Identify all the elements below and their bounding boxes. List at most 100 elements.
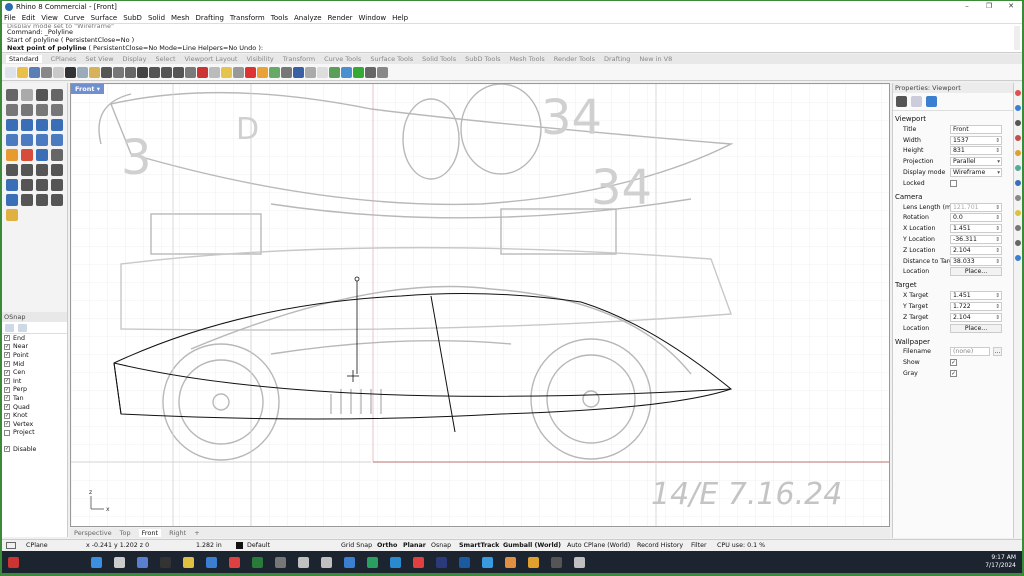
osnap-disable-row[interactable]: ✓ Disable [2,445,67,454]
help-icon[interactable] [341,66,352,78]
circle-icon[interactable] [6,104,18,116]
analyze-icon[interactable] [6,194,18,206]
viewport-layout-icon[interactable] [185,66,196,78]
planar-toggle[interactable]: Planar [403,542,431,549]
select-arrow-icon[interactable] [6,89,18,101]
z-location-field[interactable]: 2.104 [950,245,1002,255]
tab-transform[interactable]: Transform [283,55,315,63]
rhino-7-icon[interactable] [321,556,332,568]
gray-checkbox[interactable]: ✓ [950,370,957,378]
sphere-render-icon[interactable] [293,66,304,78]
zoom-selected-icon[interactable] [173,66,184,78]
tab-render-tools[interactable]: Render Tools [554,55,595,63]
spreadsheet-icon[interactable] [252,556,263,568]
cplane-label[interactable]: CPlane [26,542,86,549]
teams-icon[interactable] [137,556,148,568]
check-icon[interactable] [36,194,48,206]
z-target-field[interactable]: 2.104 [950,312,1002,322]
display-mode-select[interactable]: Wireframe [950,168,1002,178]
tab-select[interactable]: Select [155,55,175,63]
hatch-icon[interactable] [36,179,48,191]
app-icon-navy[interactable] [436,556,447,568]
osnap-item[interactable]: ✓ Cen [2,368,67,377]
cut-icon[interactable] [65,66,76,78]
tab-new-in-v8[interactable]: New in V8 [639,55,672,63]
fillet-icon[interactable] [36,149,48,161]
auto-cplane-toggle[interactable]: Auto CPlane (World) [565,542,637,549]
osnap-item[interactable]: ✓ Perp [2,386,67,395]
title-field[interactable]: Front [950,124,1002,134]
chrome-icon[interactable] [229,556,240,568]
file-explorer-icon[interactable] [183,556,194,568]
osnap-checkbox[interactable]: ✓ [4,404,10,411]
lens-length-field[interactable]: 121.701 [950,202,1002,212]
rhino-6-icon[interactable] [298,556,309,568]
osnap-item[interactable]: ✓ Knot [2,411,67,420]
task-view-icon[interactable] [160,556,171,568]
minimize-button[interactable]: – [956,1,978,12]
system-tray[interactable]: 9:17 AM 7/17/2024 [985,554,1016,570]
menu-help[interactable]: Help [392,14,408,22]
smarttrack-toggle[interactable]: SmartTrack [459,542,503,549]
app-icon-blue[interactable] [344,556,355,568]
loft-icon[interactable] [36,119,48,131]
osnap-checkbox[interactable] [4,429,10,436]
osnap-checkbox[interactable]: ✓ [4,395,10,402]
ellipse-icon[interactable] [21,104,33,116]
steam-icon[interactable] [459,556,470,568]
boolean-icon[interactable] [51,134,63,146]
tab-display[interactable]: Display [123,55,147,63]
osnap-item[interactable]: ✓ Mid [2,360,67,369]
zoom-icon[interactable] [137,66,148,78]
materials-icon[interactable] [1015,150,1021,156]
osnap-checkbox[interactable]: ✓ [4,412,10,419]
help-panel-icon[interactable] [1015,225,1021,231]
options-icon[interactable] [329,66,340,78]
search-icon[interactable] [114,556,125,568]
rhino-8-icon[interactable] [574,556,585,568]
osnap-checkbox[interactable]: ✓ [4,378,10,385]
menu-curve[interactable]: Curve [64,14,85,22]
paste-icon[interactable] [89,66,100,78]
tab-right[interactable]: Right [169,529,186,537]
tab-visibility[interactable]: Visibility [246,55,273,63]
snap-tab-icon[interactable] [18,323,27,332]
osnap-item[interactable]: ✓ End [2,334,67,343]
object-properties-icon[interactable] [926,96,937,107]
gumball-toggle[interactable]: Gumball (World) [503,542,565,549]
new-file-icon[interactable] [5,66,16,78]
osnap-checkbox[interactable]: ✓ [4,369,10,376]
menu-surface[interactable]: Surface [91,14,118,22]
properties-icon[interactable] [269,66,280,78]
edge-icon[interactable] [206,556,217,568]
save-icon[interactable] [29,66,40,78]
layer-icon[interactable] [245,66,256,78]
osnap-item[interactable]: ✓ Point [2,351,67,360]
tab-viewport-layout[interactable]: Viewport Layout [185,55,238,63]
cplane-icon[interactable] [197,66,208,78]
tab-front[interactable]: Front [138,529,162,537]
library-icon[interactable] [1015,240,1021,246]
filter-toggle[interactable]: Filter [691,542,717,549]
notification-icon[interactable] [8,556,19,568]
rotate-view-icon[interactable] [125,66,136,78]
menu-subd[interactable]: SubD [123,14,142,22]
join-icon[interactable] [21,164,33,176]
front-viewport[interactable]: Front ▾ 3 D 34 34 14/E 7.16.24 z x [70,83,890,527]
tool-icon[interactable] [1015,135,1021,141]
dimension-icon[interactable] [6,179,18,191]
app-icon-green[interactable] [367,556,378,568]
app-icon-arduino[interactable] [390,556,401,568]
tab-top[interactable]: Top [120,529,131,537]
lights-icon[interactable] [1015,210,1021,216]
osnap-checkbox[interactable]: ✓ [4,386,10,393]
environment-icon[interactable] [1015,165,1021,171]
viewport-title[interactable]: Front ▾ [71,84,104,94]
box-icon[interactable] [6,134,18,146]
tab-drafting[interactable]: Drafting [604,55,630,63]
tab-surface-tools[interactable]: Surface Tools [370,55,413,63]
menu-edit[interactable]: Edit [22,14,36,22]
surface-icon[interactable] [6,119,18,131]
color-icon[interactable] [1015,90,1021,96]
menu-file[interactable]: File [4,14,16,22]
